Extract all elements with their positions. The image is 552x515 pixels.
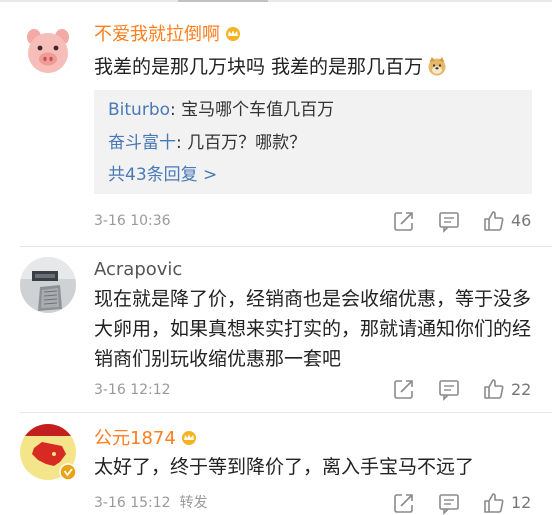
doge-emoji [428, 57, 446, 76]
like-count: 46 [511, 211, 532, 230]
avatar[interactable] [20, 424, 77, 481]
verified-badge-icon [59, 463, 77, 481]
username-link[interactable]: Acrapovic [94, 259, 182, 281]
reply-text: 几百万？哪款？ [181, 133, 307, 153]
top-divider [0, 0, 552, 2]
username-text[interactable]: 不爱我就拉倒啊 [94, 24, 220, 45]
share-icon[interactable] [392, 491, 416, 515]
comment-icon[interactable] [437, 377, 461, 401]
view-all-replies-link[interactable]: 共43条回复 > [108, 164, 217, 186]
comment-icon[interactable] [437, 209, 461, 233]
comment-timestamp: 3-16 10:36 [94, 213, 171, 229]
divider [20, 246, 552, 247]
divider [20, 412, 552, 413]
china-map-avatar [20, 424, 77, 481]
reply-user[interactable]: 奋斗富十 [108, 133, 176, 153]
comment-icon[interactable] [437, 491, 461, 515]
avatar[interactable] [20, 22, 76, 78]
reply-item: 奋斗富十: 几百万？哪款？ [108, 133, 307, 153]
like-count: 22 [511, 380, 532, 399]
username-text[interactable]: 公元1874 [94, 428, 176, 449]
comment-meta: 3-16 15:12 转发 [94, 494, 207, 512]
comment-text: 现在就是降了价，经销商也是会收缩优惠，等于没多大卵用，如果真想来实打实的，那就请… [94, 288, 532, 370]
comment-timestamp: 3-16 15:12 [94, 495, 171, 511]
avatar[interactable] [20, 257, 76, 313]
like-icon[interactable] [482, 377, 506, 401]
like-count: 12 [511, 493, 532, 512]
like-icon[interactable] [482, 491, 506, 515]
username-link[interactable]: 公元1874 [94, 428, 198, 450]
pig-avatar-icon [20, 22, 76, 78]
vip-crown-icon [226, 27, 240, 41]
username-link[interactable]: 不爱我就拉倒啊 [94, 24, 242, 46]
comment-text: 太好了，终于等到降价了，离入手宝马不远了 [94, 456, 475, 478]
reply-item: Biturbo: 宝马哪个车值几百万 [108, 100, 335, 120]
exhaust-photo-avatar [20, 257, 76, 313]
reply-preview-box[interactable]: Biturbo: 宝马哪个车值几百万 奋斗富十: 几百万？哪款？ 共43条回复 … [94, 90, 532, 194]
like-icon[interactable] [482, 209, 506, 233]
reply-user[interactable]: Biturbo [108, 100, 170, 120]
reply-text: 宝马哪个车值几百万 [175, 100, 335, 120]
vip-crown-icon [181, 431, 196, 445]
comment-timestamp: 3-16 12:12 [94, 382, 171, 398]
share-icon[interactable] [392, 209, 416, 233]
comment-text: 我差的是那几万块吗 我差的是那几百万 [94, 52, 534, 82]
share-icon[interactable] [392, 377, 416, 401]
repost-source[interactable]: 转发 [179, 495, 207, 511]
